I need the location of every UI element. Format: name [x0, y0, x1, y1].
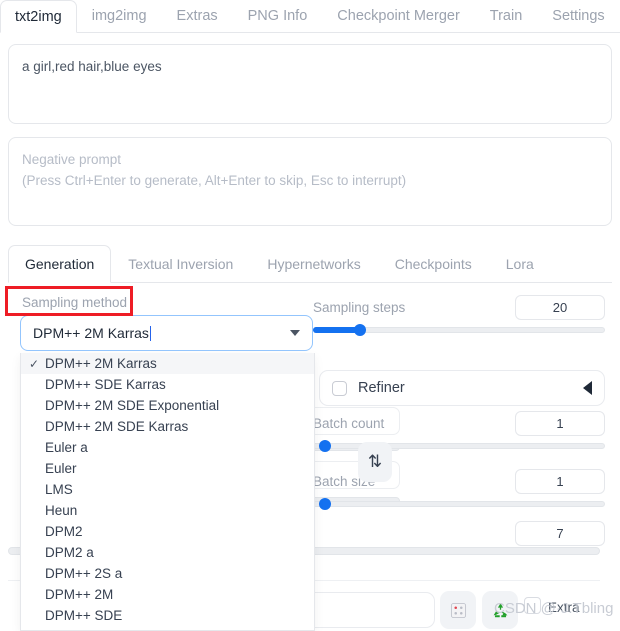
tab-extras[interactable]: Extras	[162, 0, 233, 32]
option-label: DPM++ 2S a	[45, 566, 123, 581]
sampling-method-dropdown[interactable]: ✓ DPM++ 2M Karras DPM++ SDE Karras DPM++ …	[20, 353, 315, 631]
dropdown-option[interactable]: ✓ DPM++ 2M Karras	[21, 353, 314, 374]
tab-label: txt2img	[15, 8, 62, 25]
sampling-steps-row: Sampling steps 20	[313, 295, 605, 320]
random-seed-dice-button[interactable]	[440, 591, 476, 629]
batch-count-row: Batch count 1	[313, 411, 605, 436]
cfg-scale-row: 7	[313, 521, 605, 546]
dropdown-option[interactable]: DPM2	[21, 521, 314, 542]
triangle-left-icon[interactable]	[583, 381, 592, 395]
tab-txt2img[interactable]: txt2img	[0, 0, 77, 33]
swap-dimensions-icon: ⇅	[367, 452, 383, 471]
tab-train[interactable]: Train	[475, 0, 538, 32]
option-label: DPM++ SDE	[45, 608, 123, 623]
recycle-icon	[493, 602, 507, 617]
seed-input[interactable]	[300, 592, 435, 628]
swap-dimensions-button[interactable]: ⇅	[358, 442, 392, 482]
extra-checkbox[interactable]	[524, 597, 541, 614]
refiner-label: Refiner	[358, 380, 405, 396]
generation-panel: Sampling method DPM++ 2M Karras ✓ DPM++ 2…	[0, 283, 620, 631]
tab-textual-inversion[interactable]: Textual Inversion	[111, 245, 250, 282]
slider-thumb[interactable]	[318, 498, 331, 510]
option-label: DPM++ 2M	[45, 587, 114, 602]
option-label: DPM++ 2M SDE Exponential	[45, 398, 220, 413]
sampling-steps-value[interactable]: 20	[515, 295, 605, 320]
tab-label: img2img	[91, 8, 147, 24]
text-caret	[149, 325, 151, 341]
tab-checkpoints[interactable]: Checkpoints	[378, 245, 489, 282]
tab-label: Hypernetworks	[267, 255, 361, 272]
refiner-checkbox[interactable]	[332, 380, 347, 396]
tab-label: Settings	[552, 8, 605, 24]
dropdown-option[interactable]: DPM2 a	[21, 542, 314, 563]
negative-prompt-placeholder-line2: (Press Ctrl+Enter to generate, Alt+Enter…	[22, 172, 407, 188]
tab-label: Generation	[25, 256, 95, 272]
slider-thumb[interactable]	[318, 440, 331, 452]
check-icon: ✓	[29, 356, 40, 371]
batch-count-label: Batch count	[313, 416, 385, 431]
main-tab-bar: txt2img img2img Extras PNG Info Checkpoi…	[0, 0, 620, 33]
prompt-input[interactable]: a girl,red hair,blue eyes	[8, 44, 612, 124]
dropdown-option[interactable]: Heun	[21, 500, 314, 521]
batch-size-row: Batch size 1	[313, 469, 605, 494]
chevron-down-icon[interactable]	[290, 330, 300, 336]
tab-img2img[interactable]: img2img	[77, 0, 162, 32]
generation-tab-bar: Generation Textual Inversion Hypernetwor…	[8, 245, 612, 283]
tab-png-info[interactable]: PNG Info	[233, 0, 323, 32]
tab-settings[interactable]: Settings	[537, 0, 619, 32]
slider-fill	[313, 327, 360, 333]
batch-count-value[interactable]: 1	[515, 411, 605, 436]
dropdown-option[interactable]: Euler	[21, 458, 314, 479]
refiner-accordion[interactable]: Refiner	[319, 370, 605, 406]
tab-label: PNG Info	[247, 8, 308, 24]
batch-count-slider[interactable]	[313, 440, 605, 452]
tab-label: Lora	[505, 255, 534, 272]
cfg-scale-value[interactable]: 7	[515, 521, 605, 546]
option-label: Euler a	[45, 440, 88, 455]
option-label: DPM++ 2M SDE Karras	[45, 419, 189, 434]
option-label: DPM2	[45, 524, 83, 539]
sampling-method-label: Sampling method	[22, 295, 128, 310]
tab-label: Checkpoint Merger	[337, 8, 460, 24]
batch-size-slider[interactable]	[313, 498, 605, 510]
sampling-method-value: DPM++ 2M Karras	[33, 325, 149, 341]
dropdown-option[interactable]: DPM++ 2M SDE Exponential	[21, 395, 314, 416]
reuse-seed-button[interactable]	[482, 591, 518, 629]
negative-prompt-input[interactable]: Negative prompt (Press Ctrl+Enter to gen…	[8, 137, 612, 226]
dropdown-option[interactable]: DPM++ SDE Karras	[21, 374, 314, 395]
tab-checkpoint-merger[interactable]: Checkpoint Merger	[322, 0, 475, 32]
extra-label: Extra	[548, 600, 580, 615]
dropdown-option[interactable]: DPM++ SDE	[21, 605, 314, 626]
dropdown-option[interactable]: LMS	[21, 479, 314, 500]
option-label: DPM2 a	[45, 545, 94, 560]
dropdown-option[interactable]: DPM++ 2M	[21, 584, 314, 605]
prompt-value: a girl,red hair,blue eyes	[22, 59, 162, 74]
option-label: DPM++ 2M Karras	[45, 356, 157, 371]
sampling-steps-slider[interactable]	[313, 324, 605, 336]
dropdown-option[interactable]: Euler a	[21, 437, 314, 458]
negative-prompt-placeholder-line1: Negative prompt	[22, 152, 122, 167]
option-label: Heun	[45, 503, 78, 518]
dropdown-option[interactable]: DPM++ 2S a	[21, 563, 314, 584]
slider-track	[313, 501, 605, 507]
tab-generation[interactable]: Generation	[8, 245, 112, 283]
option-label: DPM++ SDE Karras	[45, 377, 166, 392]
tab-lora[interactable]: Lora	[489, 245, 551, 282]
tab-hypernetworks[interactable]: Hypernetworks	[250, 245, 377, 282]
tab-label: Checkpoints	[394, 255, 472, 272]
batch-size-value[interactable]: 1	[515, 469, 605, 494]
sampling-steps-label: Sampling steps	[313, 300, 406, 315]
tab-label: Train	[489, 8, 523, 24]
slider-track	[313, 443, 605, 449]
tab-label: Extras	[176, 8, 218, 24]
tab-label: Textual Inversion	[128, 255, 234, 272]
sampling-method-select[interactable]: DPM++ 2M Karras	[20, 315, 313, 351]
option-label: Euler	[45, 461, 77, 476]
option-label: LMS	[45, 482, 73, 497]
dropdown-option[interactable]: DPM++ 2M SDE Karras	[21, 416, 314, 437]
dice-icon	[450, 602, 466, 618]
slider-thumb[interactable]	[353, 324, 366, 336]
